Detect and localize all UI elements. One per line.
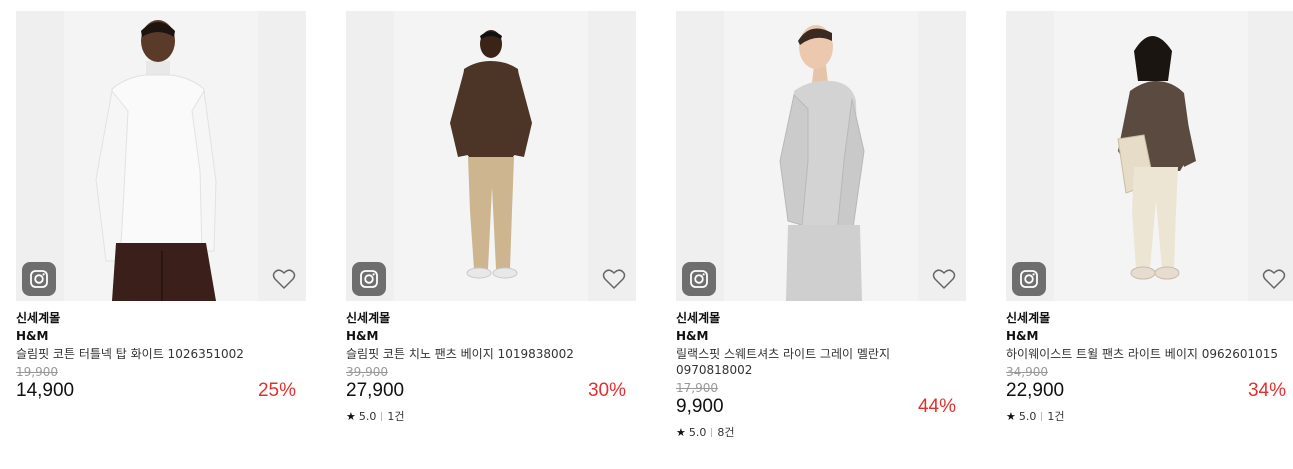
product-image[interactable] bbox=[16, 11, 306, 301]
sale-price: 14,900 bbox=[16, 380, 75, 401]
instagram-button[interactable] bbox=[1012, 262, 1046, 296]
product-photo-white-turtleneck bbox=[95, 20, 217, 301]
sale-price: 27,900 bbox=[346, 380, 405, 401]
wishlist-button[interactable] bbox=[932, 268, 956, 290]
discount-rate: 44% bbox=[917, 396, 956, 417]
product-card[interactable]: 신세계몰 H&M 하이웨이스트 트윌 팬츠 라이트 베이지 0962601015… bbox=[1006, 11, 1293, 424]
product-title[interactable]: 하이웨이스트 트윌 팬츠 라이트 베이지 0962601015 bbox=[1006, 346, 1286, 362]
product-image[interactable] bbox=[346, 11, 636, 301]
brand-name[interactable]: H&M bbox=[16, 327, 306, 345]
sale-price: 22,900 bbox=[1006, 380, 1065, 401]
product-card[interactable]: 신세계몰 H&M 슬림핏 코튼 터틀넥 탑 화이트 1026351002 19,… bbox=[16, 11, 306, 403]
original-price: 19,900 bbox=[16, 365, 58, 379]
brand-name[interactable]: H&M bbox=[1006, 327, 1293, 345]
star-icon: ★ bbox=[1006, 409, 1016, 423]
star-icon: ★ bbox=[346, 409, 356, 423]
rating-summary: ★ 5.0 1건 bbox=[1006, 408, 1293, 424]
rating-score: 5.0 bbox=[1018, 409, 1037, 423]
product-photo-beige-twill-pants bbox=[1117, 36, 1196, 280]
product-photo-grey-sweatshirt bbox=[779, 25, 865, 301]
original-price: 34,900 bbox=[1006, 365, 1048, 379]
product-image[interactable] bbox=[676, 11, 966, 301]
product-title[interactable]: 슬림핏 코튼 터틀넥 탑 화이트 1026351002 bbox=[16, 346, 296, 362]
divider bbox=[711, 427, 713, 437]
heart-outline-icon bbox=[932, 269, 956, 289]
original-price: 17,900 bbox=[676, 381, 718, 395]
review-count: 8건 bbox=[717, 426, 735, 439]
discount-rate: 30% bbox=[587, 380, 626, 401]
heart-outline-icon bbox=[602, 269, 626, 289]
store-name: 신세계몰 bbox=[1006, 311, 1051, 325]
sale-price: 9,900 bbox=[676, 396, 724, 417]
review-count: 1건 bbox=[387, 410, 405, 423]
wishlist-button[interactable] bbox=[602, 268, 626, 290]
star-icon: ★ bbox=[676, 425, 686, 439]
wishlist-button[interactable] bbox=[272, 268, 296, 290]
discount-rate: 25% bbox=[257, 380, 296, 401]
product-title[interactable]: 릴랙스핏 스웨트셔츠 라이트 그레이 멜란지 0970818002 bbox=[676, 346, 956, 378]
instagram-icon bbox=[360, 270, 378, 288]
original-price: 39,900 bbox=[346, 365, 388, 379]
store-name: 신세계몰 bbox=[346, 311, 391, 325]
brand-name[interactable]: H&M bbox=[676, 327, 966, 345]
instagram-button[interactable] bbox=[682, 262, 716, 296]
review-count: 1건 bbox=[1047, 410, 1065, 423]
divider bbox=[381, 411, 383, 421]
rating-summary: ★ 5.0 8건 bbox=[676, 424, 966, 440]
product-grid: 신세계몰 H&M 슬림핏 코튼 터틀넥 탑 화이트 1026351002 19,… bbox=[0, 0, 1293, 469]
product-photo-beige-chino bbox=[450, 30, 532, 279]
discount-rate: 34% bbox=[1247, 380, 1286, 401]
product-image[interactable] bbox=[1006, 11, 1293, 301]
brand-name[interactable]: H&M bbox=[346, 327, 636, 345]
instagram-icon bbox=[690, 270, 708, 288]
product-title[interactable]: 슬림핏 코튼 치노 팬츠 베이지 1019838002 bbox=[346, 346, 626, 362]
rating-score: 5.0 bbox=[358, 409, 377, 423]
heart-outline-icon bbox=[1262, 269, 1286, 289]
instagram-icon bbox=[30, 270, 48, 288]
wishlist-button[interactable] bbox=[1262, 268, 1286, 290]
rating-summary: ★ 5.0 1건 bbox=[346, 408, 636, 424]
heart-outline-icon bbox=[272, 269, 296, 289]
instagram-button[interactable] bbox=[352, 262, 386, 296]
store-name: 신세계몰 bbox=[676, 311, 721, 325]
rating-score: 5.0 bbox=[688, 425, 707, 439]
product-card[interactable]: 신세계몰 H&M 릴랙스핏 스웨트셔츠 라이트 그레이 멜란지 09708180… bbox=[676, 11, 966, 440]
divider bbox=[1041, 411, 1043, 421]
instagram-icon bbox=[1020, 270, 1038, 288]
store-name: 신세계몰 bbox=[16, 311, 61, 325]
product-card[interactable]: 신세계몰 H&M 슬림핏 코튼 치노 팬츠 베이지 1019838002 39,… bbox=[346, 11, 636, 424]
instagram-button[interactable] bbox=[22, 262, 56, 296]
